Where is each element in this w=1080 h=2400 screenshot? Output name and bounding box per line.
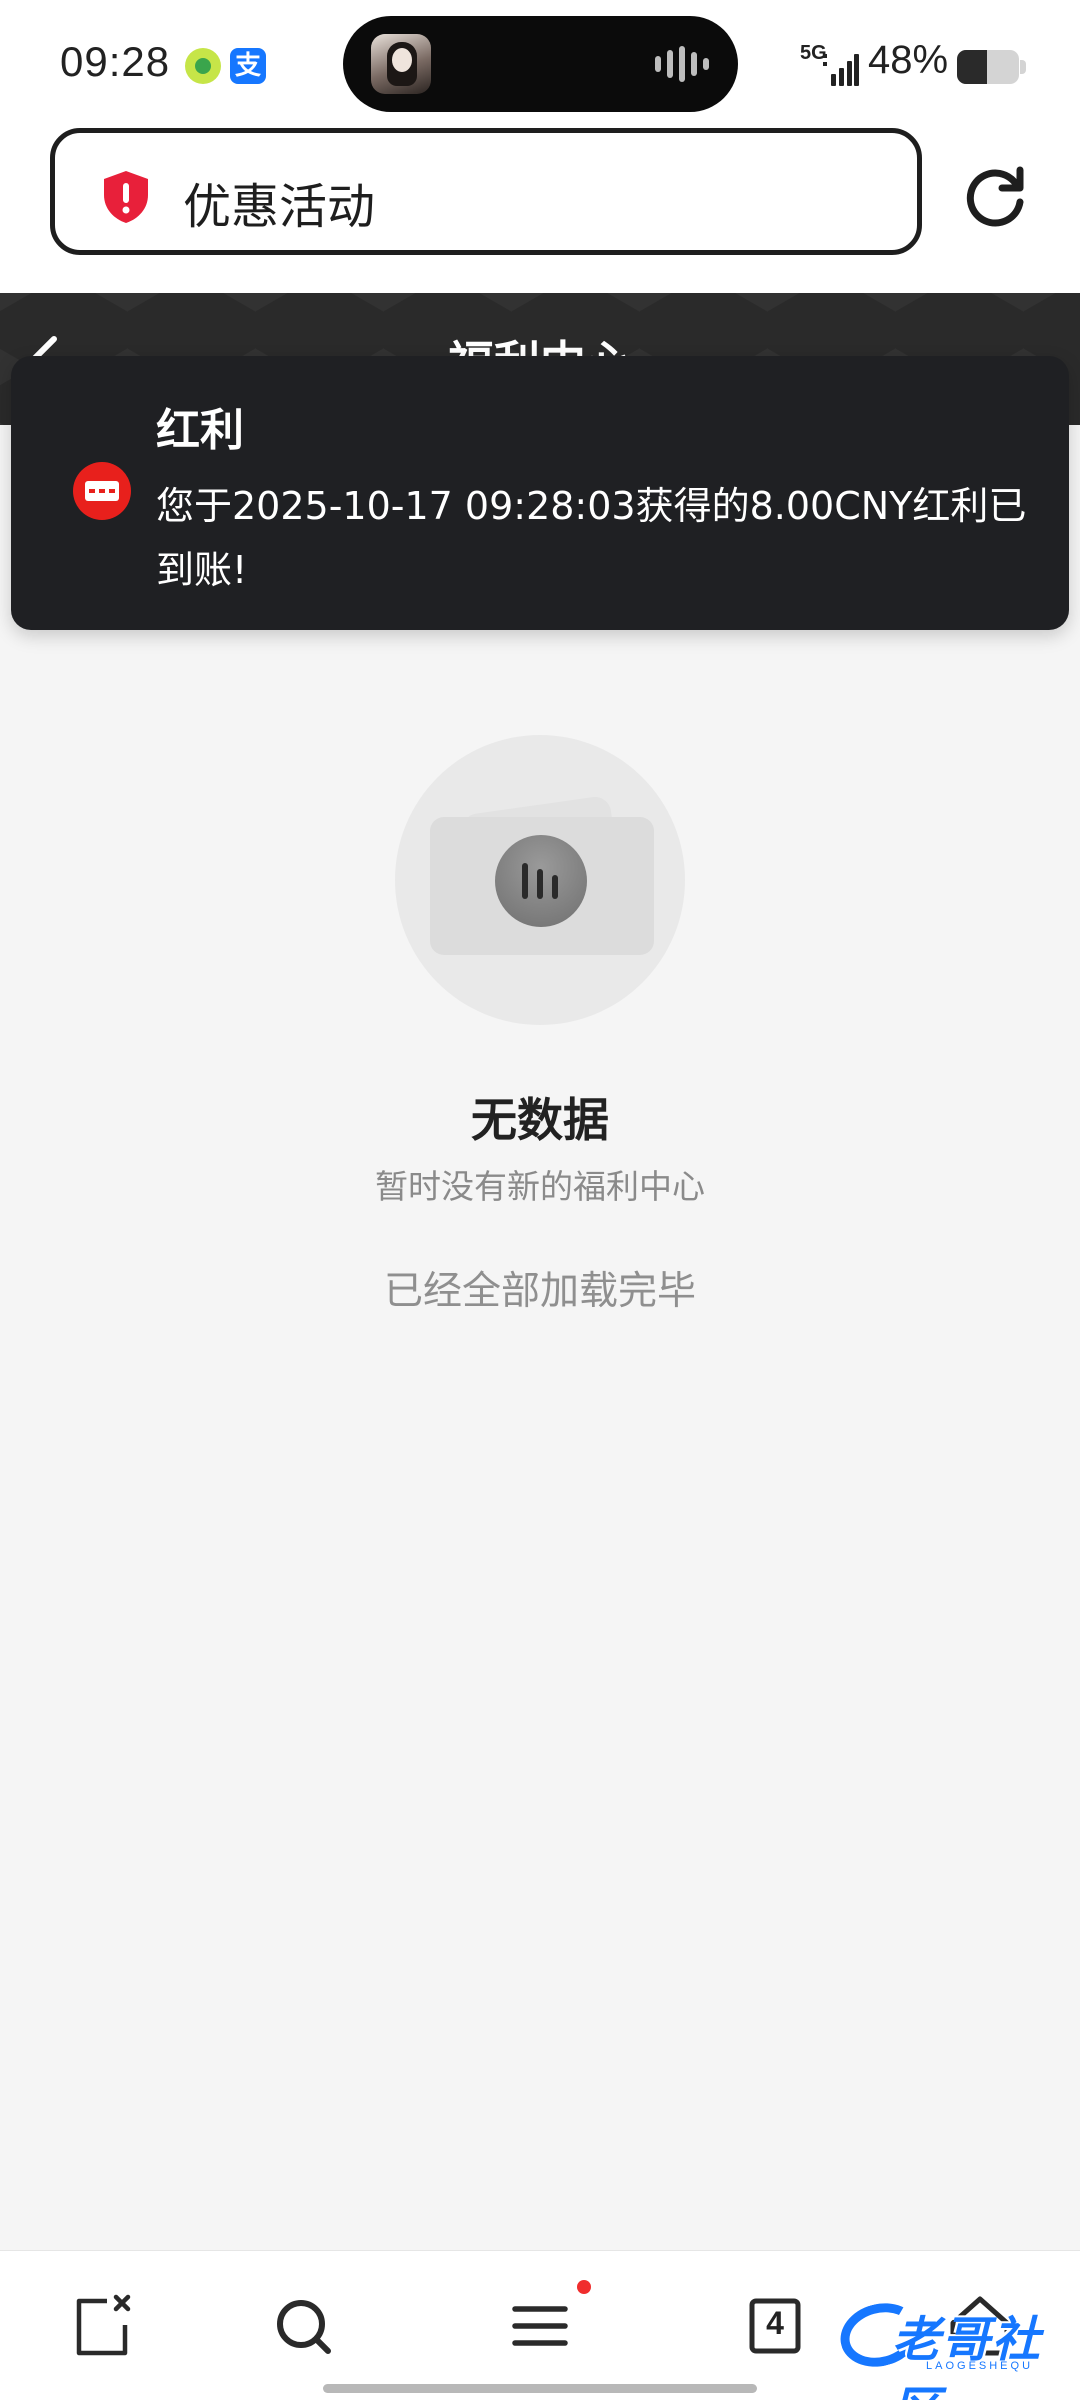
toast-message: 您于2025-10-17 09:28:03获得的8.00CNY红利已到账! — [156, 484, 1027, 592]
close-page-icon — [76, 2294, 131, 2356]
search-icon — [277, 2300, 331, 2354]
gesture-home-bar[interactable] — [323, 2384, 757, 2393]
battery-percent: 48% — [868, 38, 949, 82]
watermark-subtext: LAOGESHEQU — [926, 2360, 1034, 2372]
clock: 09:28 — [60, 38, 171, 85]
status-bar: 09:28 支 5G 48% — [0, 0, 1080, 120]
address-bar: 优惠活动 — [0, 120, 1080, 293]
audio-wave-icon — [655, 46, 709, 82]
load-complete-text: 已经全部加载完毕 — [383, 1269, 696, 1314]
battery-fill — [957, 50, 987, 84]
menu-button[interactable] — [505, 2291, 575, 2361]
qq-music-icon — [185, 48, 221, 84]
menu-icon — [512, 2306, 568, 2346]
watermark-text: 老哥社区 — [892, 2312, 1043, 2400]
battery-icon — [957, 50, 1019, 84]
reload-icon[interactable] — [962, 162, 1028, 228]
empty-state-illustration — [395, 735, 685, 1025]
url-text[interactable]: 优惠活动 — [183, 167, 375, 237]
alipay-icon: 支 — [230, 48, 266, 84]
empty-subtitle: 暂时没有新的福利中心 — [375, 1167, 705, 1206]
cash-icon — [73, 462, 131, 520]
menu-badge — [577, 2280, 591, 2294]
bonus-toast[interactable]: 红利 您于2025-10-17 09:28:03获得的8.00CNY红利已到账! — [11, 356, 1069, 630]
empty-title: 无数据 — [471, 1093, 609, 1147]
shield-alert-icon[interactable] — [100, 169, 152, 225]
bars-icon — [522, 863, 558, 899]
battery-cap — [1020, 60, 1026, 74]
watermark-logo: 老哥社区 LAOGESHEQU — [833, 2294, 1070, 2400]
url-field[interactable]: 优惠活动 — [50, 128, 922, 255]
search-button[interactable] — [268, 2291, 338, 2361]
tab-count: 4 — [766, 2305, 784, 2341]
close-page-button[interactable] — [67, 2291, 137, 2361]
now-playing-avatar — [371, 34, 431, 94]
dynamic-island[interactable] — [343, 16, 738, 112]
cellular-signal-icon — [823, 54, 859, 86]
toast-title: 红利 — [156, 405, 244, 456]
